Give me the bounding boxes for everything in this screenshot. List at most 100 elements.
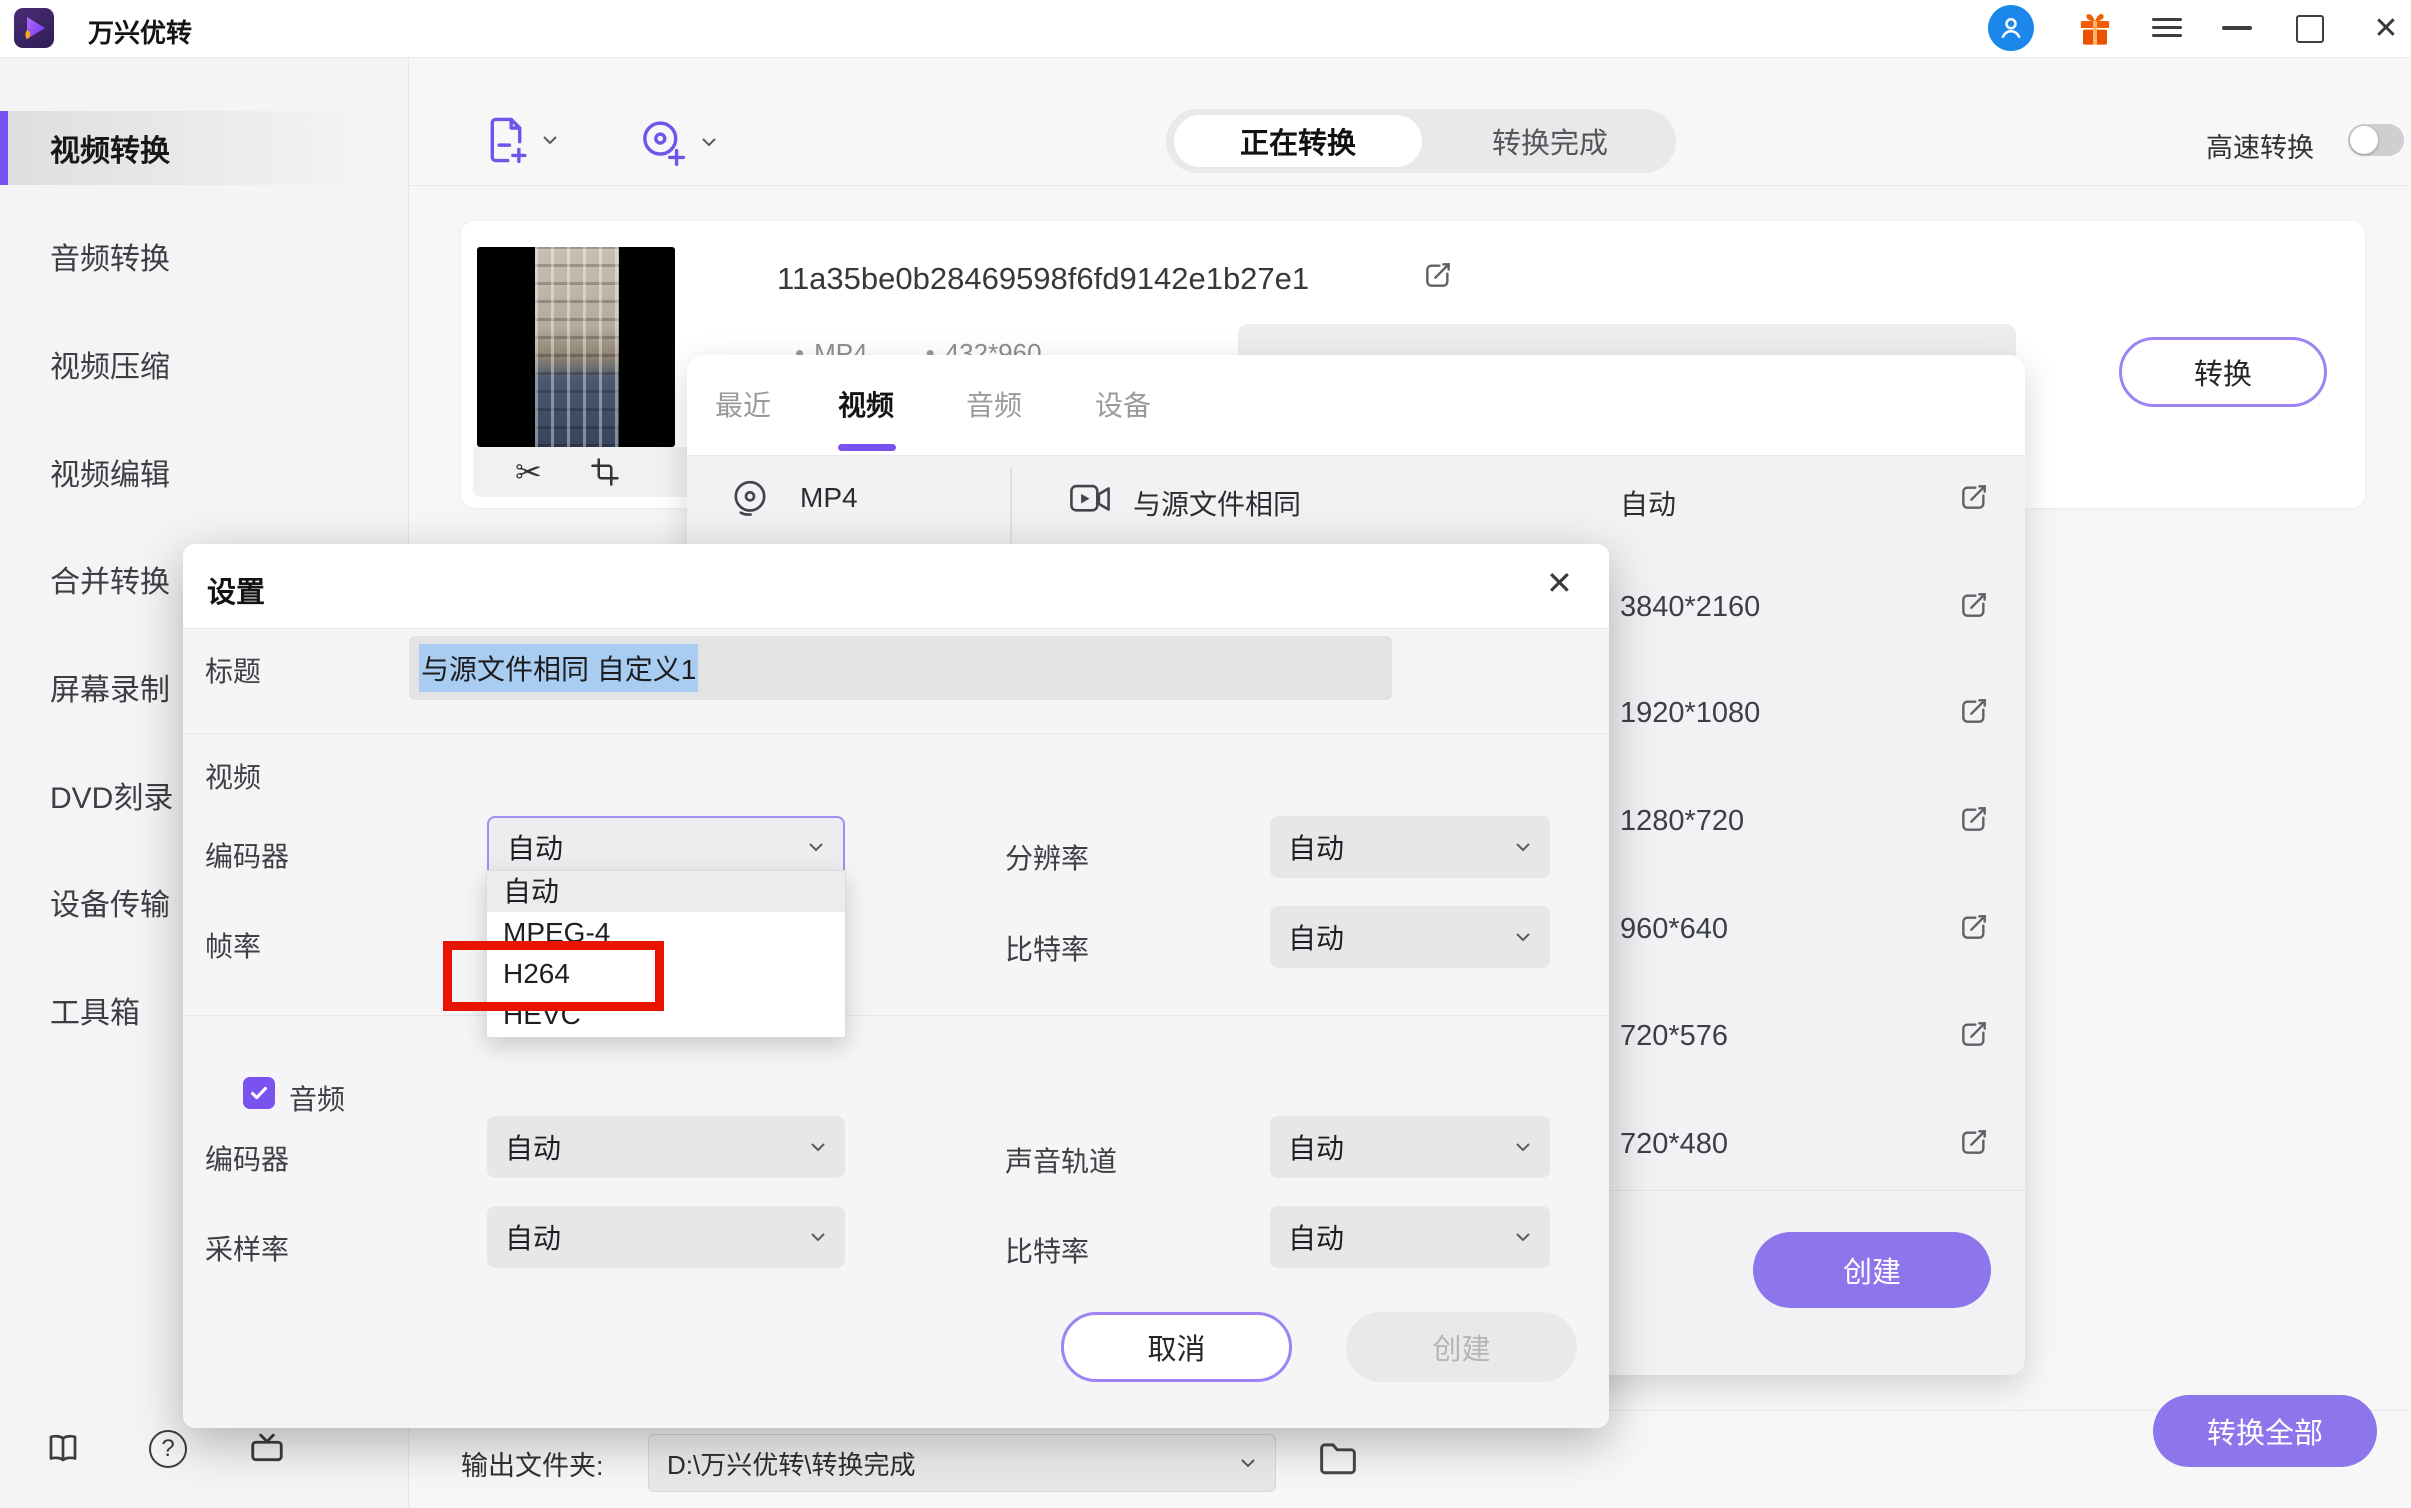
add-file-icon (485, 116, 527, 164)
dialog-title: 设置 (207, 569, 265, 611)
video-bitrate-select[interactable]: 自动 (1270, 906, 1550, 968)
account-avatar[interactable] (1988, 5, 2034, 51)
sidebar-item-audio-convert[interactable]: 音频转换 (0, 224, 408, 288)
output-folder-select[interactable]: D:\万兴优转\转换完成 (648, 1434, 1276, 1492)
edit-preset-icon[interactable] (1958, 911, 1990, 943)
minimize-button[interactable] (2222, 26, 2252, 30)
resolution-option[interactable]: 960*640 (1620, 913, 1728, 946)
audio-encoder-select[interactable]: 自动 (487, 1116, 845, 1178)
divider (183, 733, 1609, 734)
maximize-button[interactable] (2296, 15, 2324, 43)
close-button[interactable]: ✕ (2368, 10, 2404, 46)
load-dvd-button[interactable] (638, 118, 718, 166)
sidebar-item-video-edit[interactable]: 视频编辑 (0, 440, 408, 504)
video-section-label: 视频 (205, 756, 261, 796)
video-encoder-select[interactable]: 自动 (487, 816, 845, 878)
user-icon (1996, 13, 2026, 43)
settings-dialog: 设置 ✕ 标题 与源文件相同 自定义1 视频 编码器 自动 分辨率 自动 帧率 … (183, 544, 1609, 1428)
chevron-down-icon (541, 134, 559, 146)
check-icon (248, 1082, 270, 1104)
convert-status-tabs: 正在转换 转换完成 (1166, 109, 1676, 173)
sidebar-item-video-convert[interactable]: 视频转换 (0, 116, 408, 180)
video-bitrate-value: 自动 (1288, 917, 1344, 957)
format-tab-video[interactable]: 视频 (838, 384, 894, 424)
title-field-label: 标题 (205, 650, 261, 690)
edit-preset-icon[interactable] (1958, 481, 1990, 513)
cancel-button[interactable]: 取消 (1061, 1312, 1292, 1382)
dialog-close-icon[interactable]: ✕ (1546, 564, 1573, 602)
dialog-create-button[interactable]: 创建 (1346, 1312, 1577, 1382)
rename-icon[interactable] (1422, 259, 1454, 291)
dropdown-option-auto[interactable]: 自动 (487, 871, 845, 912)
audio-bitrate-label: 比特率 (1005, 1230, 1089, 1270)
resolution-option[interactable]: 1280*720 (1620, 805, 1744, 838)
format-item-mp4[interactable]: MP4 (800, 482, 858, 514)
tab-converting[interactable]: 正在转换 (1174, 115, 1422, 167)
format-tab-device[interactable]: 设备 (1095, 384, 1151, 424)
convert-button[interactable]: 转换 (2119, 337, 2327, 407)
sidebar-item-video-compress[interactable]: 视频压缩 (0, 332, 408, 396)
resolution-select[interactable]: 自动 (1270, 816, 1550, 878)
app-window: 万兴优转 ✕ 视频转换 音频转换 视频压缩 视频编辑 (0, 0, 2411, 1508)
divider (183, 1015, 1609, 1016)
resolution-option[interactable]: 3840*2160 (1620, 591, 1760, 624)
video-encoder-label: 编码器 (205, 835, 289, 875)
tab-finished[interactable]: 转换完成 (1432, 109, 1668, 173)
screen-demo-icon[interactable] (247, 1428, 287, 1471)
chevron-down-icon (1514, 1141, 1532, 1153)
edit-preset-icon[interactable] (1958, 695, 1990, 727)
title-input[interactable]: 与源文件相同 自定义1 (409, 636, 1392, 700)
convert-all-button[interactable]: 转换全部 (2153, 1395, 2377, 1467)
edit-preset-icon[interactable] (1958, 1018, 1990, 1050)
audio-bitrate-select[interactable]: 自动 (1270, 1206, 1550, 1268)
resolution-option[interactable]: 720*576 (1620, 1020, 1728, 1053)
audio-section-label: 音频 (289, 1078, 345, 1118)
edit-preset-icon[interactable] (1958, 1126, 1990, 1158)
resolution-option[interactable]: 720*480 (1620, 1128, 1728, 1161)
chevron-down-icon (807, 841, 825, 853)
selected-text: 与源文件相同 自定义1 (419, 644, 698, 692)
video-bitrate-label: 比特率 (1005, 928, 1089, 968)
popup-create-button[interactable]: 创建 (1753, 1232, 1991, 1308)
thumbnail-toolbar: ✂ (473, 447, 720, 497)
resolution-option[interactable]: 1920*1080 (1620, 697, 1760, 730)
audio-checkbox[interactable] (243, 1077, 275, 1109)
guide-book-icon[interactable] (45, 1430, 81, 1471)
help-icon[interactable]: ? (149, 1430, 187, 1468)
crop-icon[interactable] (590, 457, 620, 487)
edit-preset-icon[interactable] (1958, 803, 1990, 835)
samplerate-select[interactable]: 自动 (487, 1206, 845, 1268)
add-disc-icon (638, 118, 686, 166)
audio-bitrate-value: 自动 (1288, 1217, 1344, 1257)
resolution-row-value: 自动 (1620, 483, 1676, 523)
open-folder-icon[interactable] (1318, 1440, 1358, 1481)
app-logo-icon (14, 8, 54, 48)
resolution-row-name[interactable]: 与源文件相同 (1133, 483, 1301, 523)
app-title: 万兴优转 (88, 13, 192, 50)
fast-convert-toggle[interactable] (2348, 124, 2404, 156)
chevron-down-icon (1514, 1231, 1532, 1243)
audio-channel-label: 声音轨道 (1005, 1140, 1117, 1180)
file-name: 11a35be0b28469598f6fd9142e1b27e1 (777, 261, 1309, 297)
chevron-down-icon (809, 1231, 827, 1243)
trim-icon[interactable]: ✂ (515, 453, 542, 491)
framerate-label: 帧率 (205, 925, 261, 965)
dialog-header: 设置 ✕ (183, 544, 1609, 629)
video-camera-icon (1069, 481, 1111, 522)
audio-channel-select[interactable]: 自动 (1270, 1116, 1550, 1178)
video-encoder-value: 自动 (507, 827, 563, 867)
disc-icon (730, 478, 770, 523)
add-file-button[interactable] (485, 116, 559, 164)
chevron-down-icon (1514, 841, 1532, 853)
edit-preset-icon[interactable] (1958, 589, 1990, 621)
tab-underline (838, 444, 896, 451)
video-thumbnail (477, 247, 675, 447)
gift-icon[interactable] (2075, 8, 2115, 53)
chevron-down-icon (700, 136, 718, 148)
toggle-knob (2350, 126, 2378, 154)
chevron-down-icon (809, 1141, 827, 1153)
audio-encoder-label: 编码器 (205, 1138, 289, 1178)
menu-icon[interactable] (2152, 13, 2182, 42)
format-tab-recent[interactable]: 最近 (715, 384, 771, 424)
format-tab-audio[interactable]: 音频 (966, 384, 1022, 424)
